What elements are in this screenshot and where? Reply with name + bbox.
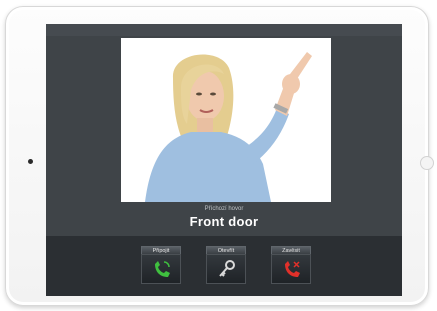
unlock-button[interactable]: Otevřít: [206, 246, 246, 284]
answer-button[interactable]: Připojit: [141, 246, 181, 284]
phone-hangup-icon: [285, 261, 300, 277]
home-button[interactable]: [420, 156, 434, 170]
phone-answer-icon: [155, 261, 170, 277]
door-name-label: Front door: [189, 214, 259, 229]
key-icon: [219, 260, 235, 277]
unlock-button-label: Otevřít: [206, 246, 246, 254]
answer-button-body[interactable]: [141, 254, 181, 284]
hangup-button[interactable]: Zavěsit: [271, 246, 311, 284]
call-status-label: Příchozí hovor: [204, 206, 244, 212]
camera-video-feed: [121, 38, 331, 202]
answer-button-label: Připojit: [141, 246, 181, 254]
intercom-screen: Příchozí hovor Front door Připojit Otevř…: [46, 24, 402, 296]
front-camera: [28, 159, 33, 164]
unlock-button-body[interactable]: [206, 254, 246, 284]
hangup-button-body[interactable]: [271, 254, 311, 284]
screen-top-bar: [46, 24, 402, 36]
call-control-bar: Připojit Otevřít Zavěsit: [46, 236, 402, 296]
visitor-image: [121, 38, 331, 202]
hangup-button-label: Zavěsit: [271, 246, 311, 254]
